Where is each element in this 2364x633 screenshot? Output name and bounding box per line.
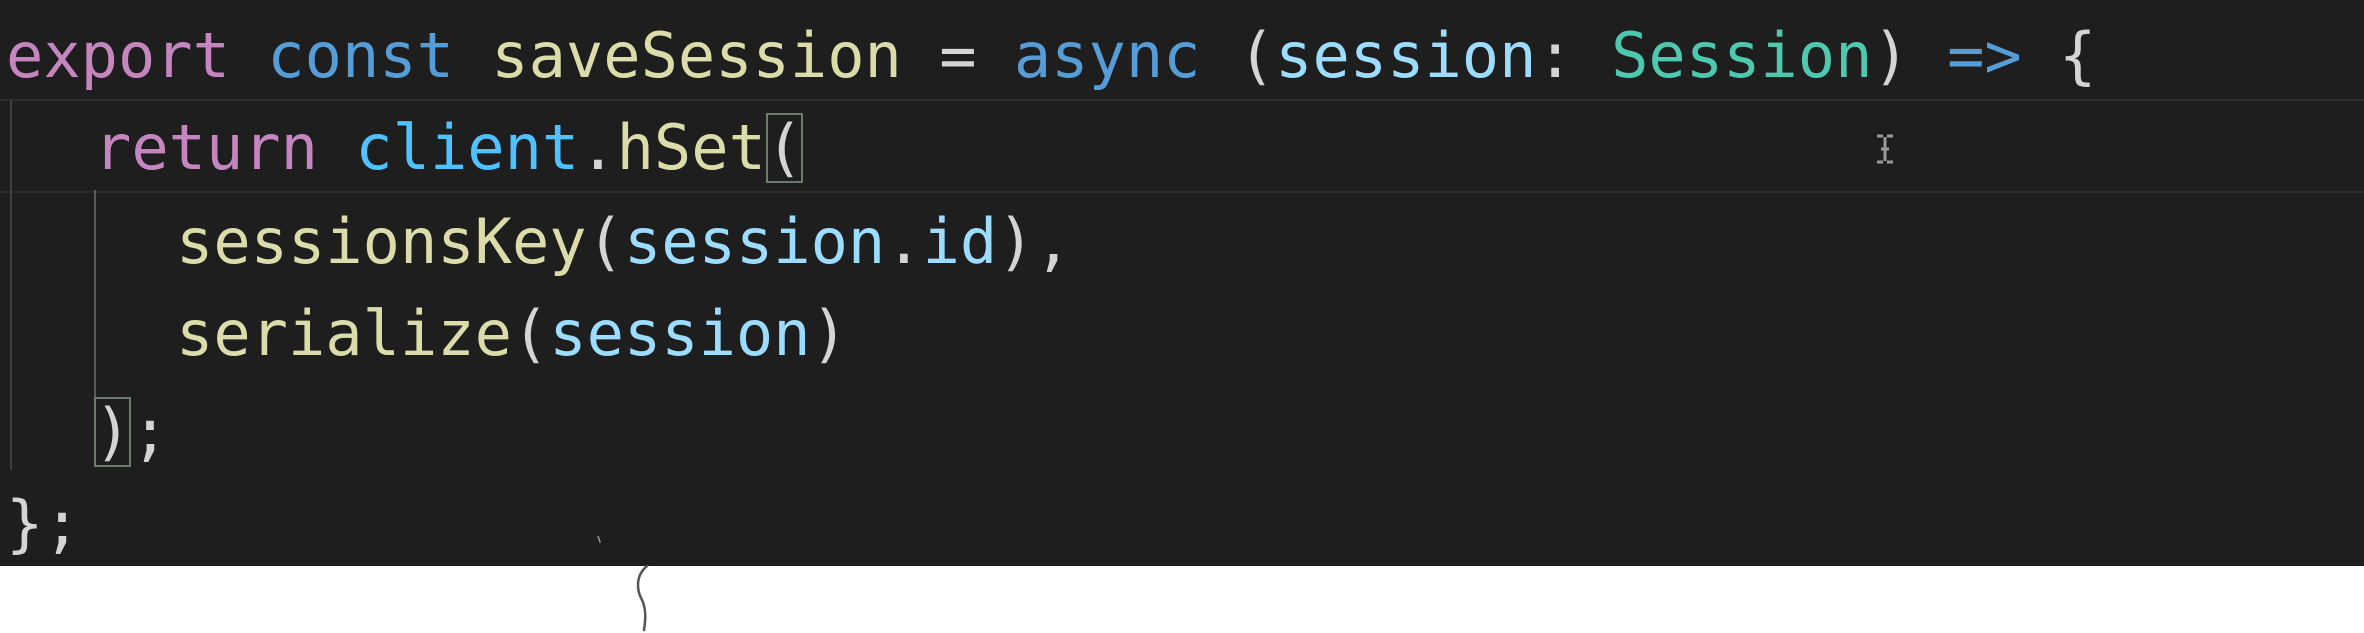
arrow-operator: =>	[1947, 19, 2022, 92]
matched-bracket-close: )	[94, 395, 132, 468]
function-sessionskey: sessionsKey	[176, 205, 587, 278]
indent-guide	[10, 100, 12, 470]
parameter-name: session	[1275, 19, 1537, 92]
screenshot-page: export const saveSession = async (sessio…	[0, 0, 2364, 633]
property-id: id	[922, 205, 998, 278]
function-name: saveSession	[491, 19, 902, 92]
code-line-3[interactable]: sessionsKey(session.id),	[176, 196, 1072, 288]
code-line-6[interactable]: };	[6, 478, 81, 566]
operator-equals: =	[939, 19, 977, 92]
open-brace: {	[2059, 19, 2097, 92]
close-paren: )	[810, 297, 848, 370]
variable-session: session	[549, 297, 811, 370]
keyword-export: export	[6, 19, 230, 92]
code-line-1[interactable]: export const saveSession = async (sessio…	[6, 10, 2096, 102]
colon: :	[1536, 19, 1574, 92]
method-hset: hSet	[616, 111, 766, 184]
keyword-const: const	[267, 19, 454, 92]
variable-session: session	[623, 205, 886, 278]
text-cursor-icon	[1877, 134, 1893, 164]
semicolon: ;	[131, 395, 169, 468]
pen-stroke-mark	[597, 536, 649, 632]
member-dot: .	[579, 111, 617, 184]
close-paren-comma: ),	[997, 205, 1072, 278]
code-editor[interactable]: export const saveSession = async (sessio…	[0, 0, 2364, 566]
matched-bracket-open: (	[765, 111, 804, 184]
member-dot: .	[885, 205, 923, 278]
code-line-4[interactable]: serialize(session)	[176, 288, 848, 380]
open-paren: (	[1237, 19, 1276, 92]
open-paren: (	[511, 297, 550, 370]
type-name: Session	[1611, 19, 1873, 92]
function-serialize: serialize	[176, 297, 512, 370]
close-paren: )	[1872, 19, 1910, 92]
close-brace-semicolon: };	[6, 487, 81, 560]
keyword-async: async	[1013, 19, 1201, 92]
open-paren: (	[586, 205, 624, 278]
keyword-return: return	[94, 111, 318, 184]
code-line-2[interactable]: return client.hSet(	[94, 102, 804, 194]
code-line-5[interactable]: );	[94, 386, 169, 478]
object-client: client	[355, 111, 580, 184]
